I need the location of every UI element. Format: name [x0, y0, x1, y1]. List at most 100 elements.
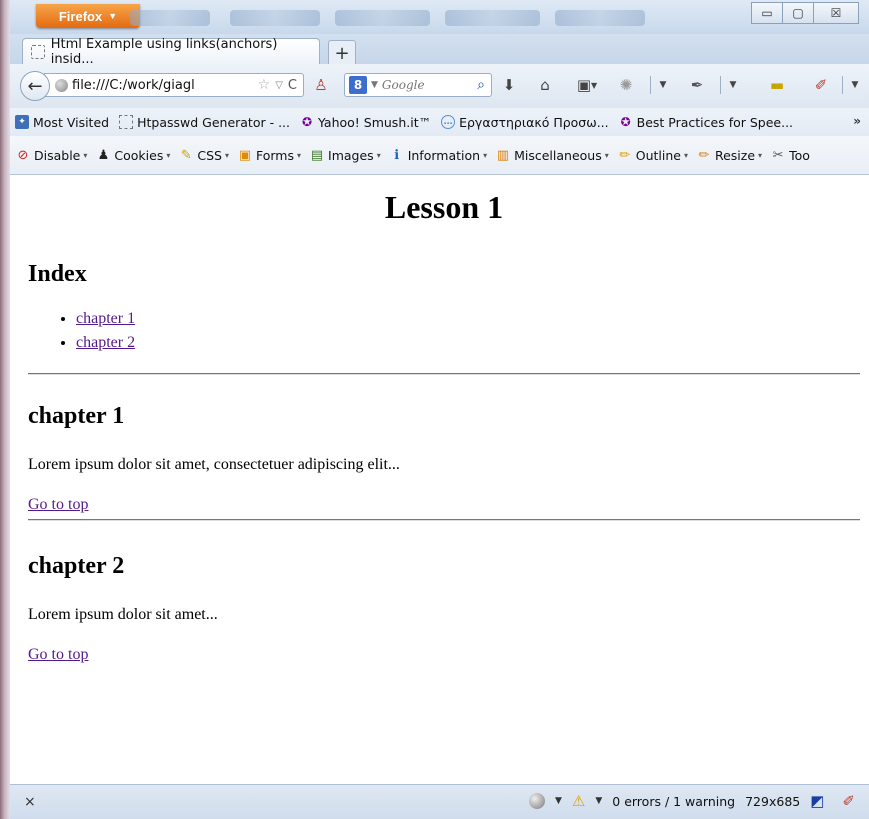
index-list: chapter 1 chapter 2 — [28, 307, 860, 355]
broom-icon[interactable]: ✐ — [810, 74, 832, 96]
images-icon: ▤ — [310, 147, 324, 163]
globe-dropdown-icon[interactable]: ▼ — [555, 796, 562, 806]
minimize-button[interactable]: ▭ — [751, 2, 783, 24]
home-icon[interactable]: ⌂ — [534, 74, 556, 96]
yahoo-icon: ✪ — [301, 115, 313, 129]
error-count[interactable]: 0 errors / 1 warning — [612, 794, 735, 809]
bookmark-most-visited[interactable]: ✦ Most Visited — [10, 115, 114, 130]
toolbar-separator — [650, 76, 651, 94]
eyedropper-dropdown-icon[interactable]: ▼ — [726, 74, 740, 96]
eyedropper-icon[interactable]: ✒ — [686, 74, 708, 96]
new-tab-button[interactable]: + — [328, 40, 356, 66]
search-icon[interactable]: ⌕ — [477, 77, 491, 93]
firefox-menu-button[interactable]: Firefox ▼ — [36, 4, 140, 28]
forms-icon: ▣ — [238, 147, 252, 163]
maximize-button[interactable]: ▢ — [782, 2, 814, 24]
chapter-1-top-link-wrap: Go to top — [28, 495, 860, 515]
bookmark-htpasswd[interactable]: Htpasswd Generator - ... — [114, 115, 295, 130]
dropdown-arrow-icon: ▾ — [224, 150, 229, 160]
search-engine-dropdown-icon[interactable]: ▼ — [371, 80, 378, 90]
devtoolbar-css-menu[interactable]: ✎ CSS ▾ — [175, 148, 234, 163]
tab-title: Html Example using links(anchors) insid.… — [50, 36, 278, 67]
dropdown-arrow-icon: ▼ — [108, 11, 118, 21]
firebug-icon[interactable]: ✺ — [614, 74, 638, 96]
devtoolbar-label: CSS — [197, 147, 222, 163]
devtoolbar-label: Information — [407, 147, 481, 163]
devtoolbar-resize-menu[interactable]: ✏ Resize ▾ — [693, 148, 767, 163]
tab-active[interactable]: Html Example using links(anchors) insid.… — [22, 36, 320, 67]
bookmarks-toolbar: ✦ Most Visited Htpasswd Generator - ... … — [10, 108, 869, 137]
bookmark-best-practices[interactable]: ✪ Best Practices for Spee... — [614, 115, 798, 130]
navigation-toolbar: file:///C:/work/giagl ☆ ▽ C ← ♙ 8 ▼ Goog… — [10, 64, 869, 109]
devtoolbar-miscellaneous-menu[interactable]: ▥ Miscellaneous ▾ — [492, 148, 614, 163]
maximize-icon: ▢ — [792, 6, 804, 20]
devtoolbar-label: Cookies — [114, 147, 164, 163]
desktop-edge — [0, 0, 10, 819]
status-bar: × ▼ ⚠ ▼ 0 errors / 1 warning 729x685 ◩ ✐ — [10, 784, 869, 819]
toolbar-separator — [842, 76, 843, 94]
warning-icon[interactable]: ⚠ — [572, 792, 585, 810]
reload-icon[interactable]: C — [286, 78, 303, 93]
devtoolbar-too-menu[interactable]: ✂ Too — [767, 148, 815, 163]
bookmarks-overflow-button[interactable]: » — [853, 114, 861, 128]
dropdown-arrow-icon: ▾ — [604, 150, 609, 160]
ruler-icon[interactable]: ▬ — [766, 74, 788, 96]
bookmark-label: Most Visited — [33, 114, 110, 130]
devtoolbar-information-menu[interactable]: ℹ Information ▾ — [386, 148, 492, 163]
tab-strip: Html Example using links(anchors) insid.… — [10, 34, 869, 67]
search-placeholder: Google — [381, 78, 425, 92]
devtoolbar-outline-menu[interactable]: ✏ Outline ▾ — [614, 148, 693, 163]
firefox-menu-label: Firefox — [58, 8, 103, 24]
firebug-dropdown-icon[interactable]: ▼ — [656, 74, 670, 96]
index-link-chapter-1[interactable]: chapter 1 — [76, 310, 135, 327]
toolbar-separator — [720, 76, 721, 94]
url-text: file:///C:/work/giagl — [72, 77, 195, 93]
devtoolbar-images-menu[interactable]: ▤ Images ▾ — [306, 148, 386, 163]
go-to-top-link[interactable]: Go to top — [28, 646, 88, 663]
bookmark-smushit[interactable]: ✪ Yahoo! Smush.it™ — [295, 115, 436, 130]
bookmark-ergastiriako[interactable]: … Εργαστηριακό Προσω... — [436, 115, 614, 130]
download-icon[interactable]: ⬇ — [498, 74, 520, 96]
list-item: chapter 1 — [76, 307, 860, 331]
pagespeed-icon[interactable]: ◩ — [810, 792, 824, 810]
globe-icon[interactable] — [528, 793, 545, 809]
devtoolbar-disable-menu[interactable]: ⊘ Disable ▾ — [12, 148, 92, 163]
site-identity-icon — [55, 78, 68, 92]
index-heading: Index — [28, 261, 87, 287]
search-box[interactable]: 8 ▼ Google ⌕ — [344, 73, 492, 97]
devtoolbar-forms-menu[interactable]: ▣ Forms ▾ — [234, 148, 306, 163]
broom-dropdown-icon[interactable]: ▼ — [848, 74, 862, 96]
tools-icon: ✂ — [772, 147, 784, 163]
disable-icon: ⊘ — [17, 147, 29, 163]
back-button[interactable]: ← — [20, 71, 50, 101]
dropdown-arrow-icon: ▾ — [758, 150, 763, 160]
chapter-2-text: Lorem ipsum dolor sit amet... — [28, 606, 218, 623]
index-link-chapter-2[interactable]: chapter 2 — [76, 334, 135, 351]
addon-person-icon[interactable]: ♙ — [310, 74, 332, 96]
go-to-top-link[interactable]: Go to top — [28, 496, 88, 513]
broom-icon[interactable]: ✐ — [842, 792, 855, 810]
page-title: Lesson 1 — [384, 189, 504, 225]
close-window-button[interactable]: ☒ — [813, 2, 859, 24]
devtoolbar-label: Miscellaneous — [514, 147, 602, 163]
cookies-icon: ♟ — [97, 147, 110, 163]
dropdown-arrow-icon: ▾ — [166, 150, 171, 160]
page-body: Lesson 1 Index chapter 1 chapter 2 chapt… — [28, 175, 860, 665]
chapter-2-top-link-wrap: Go to top — [28, 645, 860, 665]
dropdown-arrow-icon: ▾ — [83, 150, 88, 160]
dropdown-arrow-icon: ▾ — [683, 150, 688, 160]
viewport-size: 729x685 — [745, 793, 801, 809]
close-addon-bar-icon[interactable]: × — [24, 794, 36, 810]
devtoolbar-cookies-menu[interactable]: ♟ Cookies ▾ — [92, 148, 175, 163]
title-bar: Firefox ▼ ▭ ▢ ☒ — [10, 0, 869, 34]
bookmark-star-icon[interactable]: ☆ — [256, 77, 273, 93]
devtoolbar-label: Too — [789, 147, 810, 163]
google-engine-icon[interactable]: 8 — [349, 76, 367, 94]
bookmark-label: Εργαστηριακό Προσω... — [459, 114, 609, 130]
bookmarks-menu-icon[interactable]: ▣ ▼ — [570, 74, 604, 96]
url-bar[interactable]: file:///C:/work/giagl ☆ ▽ C — [44, 73, 304, 97]
url-history-dropdown-icon[interactable]: ▽ — [272, 80, 286, 91]
miscellaneous-icon: ▥ — [496, 147, 510, 163]
warning-dropdown-icon[interactable]: ▼ — [595, 796, 602, 806]
devtoolbar-label: Images — [328, 147, 374, 163]
